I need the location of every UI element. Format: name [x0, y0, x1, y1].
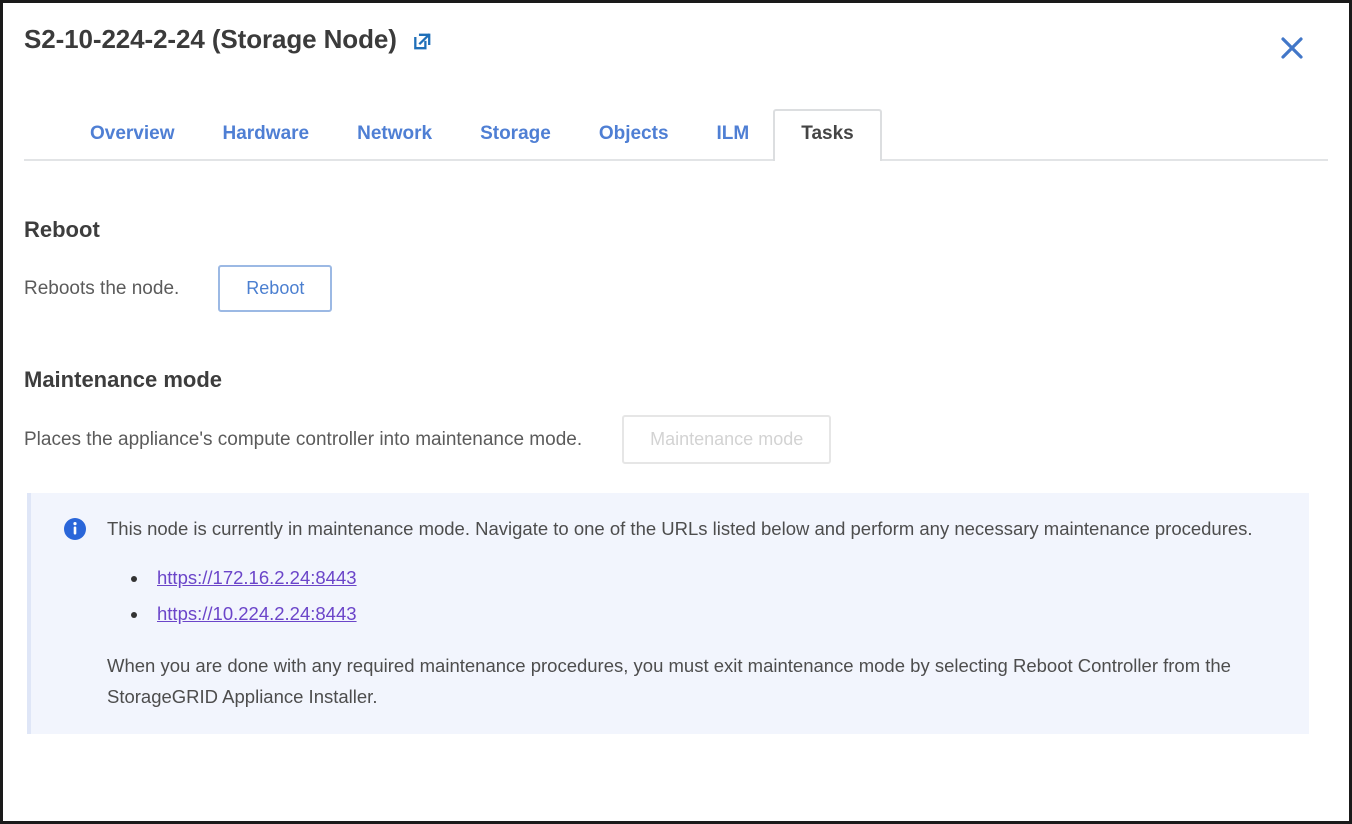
page-title: S2-10-224-2-24 (Storage Node): [24, 24, 397, 55]
maintenance-url-link-2[interactable]: https://10.224.2.24:8443: [157, 603, 357, 624]
tab-overview[interactable]: Overview: [66, 109, 199, 161]
tab-storage[interactable]: Storage: [456, 109, 575, 161]
reboot-description: Reboots the node.: [24, 278, 179, 300]
info-banner-body: This node is currently in maintenance mo…: [101, 513, 1287, 712]
info-banner-message: This node is currently in maintenance mo…: [107, 513, 1287, 544]
tab-tasks[interactable]: Tasks: [773, 109, 881, 161]
info-banner-footer: When you are done with any required main…: [107, 650, 1287, 712]
panel-header: S2-10-224-2-24 (Storage Node): [3, 3, 1349, 87]
reboot-action-row: Reboots the node. Reboot: [24, 265, 1328, 312]
list-item: https://172.16.2.24:8443: [149, 562, 1287, 593]
title-row: S2-10-224-2-24 (Storage Node): [24, 24, 434, 55]
close-button[interactable]: [1277, 33, 1307, 63]
tab-objects[interactable]: Objects: [575, 109, 693, 161]
maintenance-section-heading: Maintenance mode: [24, 367, 1328, 393]
list-item: https://10.224.2.24:8443: [149, 598, 1287, 629]
maintenance-url-list: https://172.16.2.24:8443 https://10.224.…: [107, 562, 1287, 629]
maintenance-mode-button: Maintenance mode: [622, 415, 831, 464]
node-details-panel: S2-10-224-2-24 (Storage Node) Overview H…: [0, 0, 1352, 824]
tab-network[interactable]: Network: [333, 109, 456, 161]
external-link-icon[interactable]: [411, 30, 434, 53]
tab-ilm[interactable]: ILM: [693, 109, 774, 161]
tab-hardware[interactable]: Hardware: [199, 109, 334, 161]
info-circle-icon: [63, 517, 87, 541]
tasks-panel-content: Reboot Reboots the node. Reboot Maintena…: [3, 217, 1349, 734]
maintenance-action-row: Places the appliance's compute controlle…: [24, 415, 1328, 464]
reboot-button[interactable]: Reboot: [218, 265, 332, 312]
tab-bar: Overview Hardware Network Storage Object…: [24, 87, 1328, 161]
reboot-section-heading: Reboot: [24, 217, 1328, 243]
maintenance-info-banner: This node is currently in maintenance mo…: [27, 493, 1309, 734]
maintenance-url-link-1[interactable]: https://172.16.2.24:8443: [157, 567, 357, 588]
maintenance-description: Places the appliance's compute controlle…: [24, 429, 582, 451]
